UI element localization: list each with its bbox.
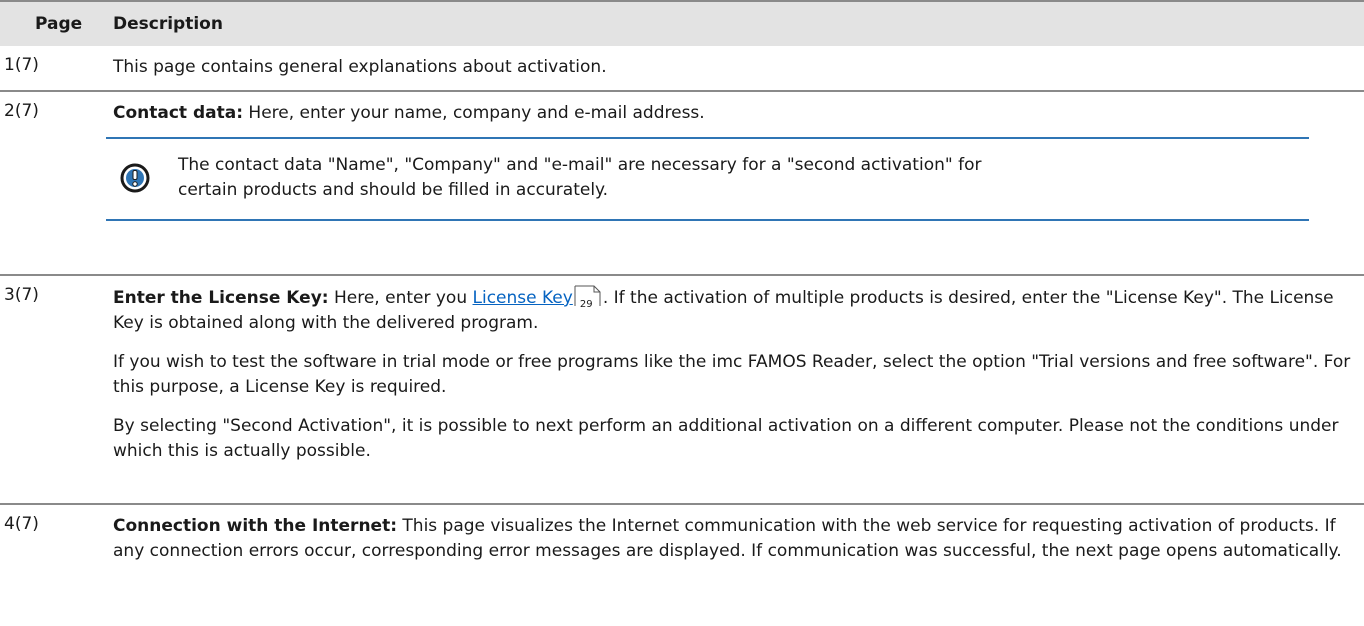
row-heading: Connection with the Internet: (113, 516, 398, 536)
table-row: 2(7) Contact data: Here, enter your name… (0, 90, 1364, 274)
license-key-link[interactable]: License Key (473, 288, 573, 308)
row-heading: Contact data: (113, 103, 244, 123)
row-page-number: 1(7) (4, 55, 39, 75)
row-description: Enter the License Key: Here, enter you L… (113, 276, 1364, 503)
note-box: The contact data "Name", "Company" and "… (106, 137, 1309, 221)
page-reference[interactable]: 29 (574, 285, 602, 310)
row-page-number: 3(7) (4, 285, 39, 305)
row-page-number: 4(7) (4, 514, 39, 534)
activation-pages-table: Page Description 1(7) This page contains… (0, 0, 1364, 625)
row-page-number: 2(7) (4, 101, 39, 121)
row-description: Contact data: Here, enter your name, com… (106, 92, 1364, 274)
exclamation-circle-icon (120, 163, 149, 193)
row-paragraph: By selecting "Second Activation", it is … (113, 416, 1339, 461)
header-description: Description (113, 14, 223, 34)
table-row: 4(7) Connection with the Internet: This … (0, 503, 1364, 625)
table-header: Page Description (0, 0, 1364, 46)
table-row: 3(7) Enter the License Key: Here, enter … (0, 274, 1364, 503)
header-page: Page (35, 14, 83, 34)
row-description: Connection with the Internet: This page … (113, 505, 1364, 625)
row-text: Here, enter your name, company and e-mai… (243, 103, 705, 123)
row-paragraph: If you wish to test the software in tria… (113, 352, 1351, 397)
row-heading: Enter the License Key: (113, 288, 329, 308)
table-row: 1(7) This page contains general explanat… (0, 46, 1364, 90)
row-description: This page contains general explanations … (113, 46, 1364, 90)
row-text: This page contains general explanations … (113, 57, 607, 77)
note-text: The contact data "Name", "Company" and "… (178, 155, 982, 200)
